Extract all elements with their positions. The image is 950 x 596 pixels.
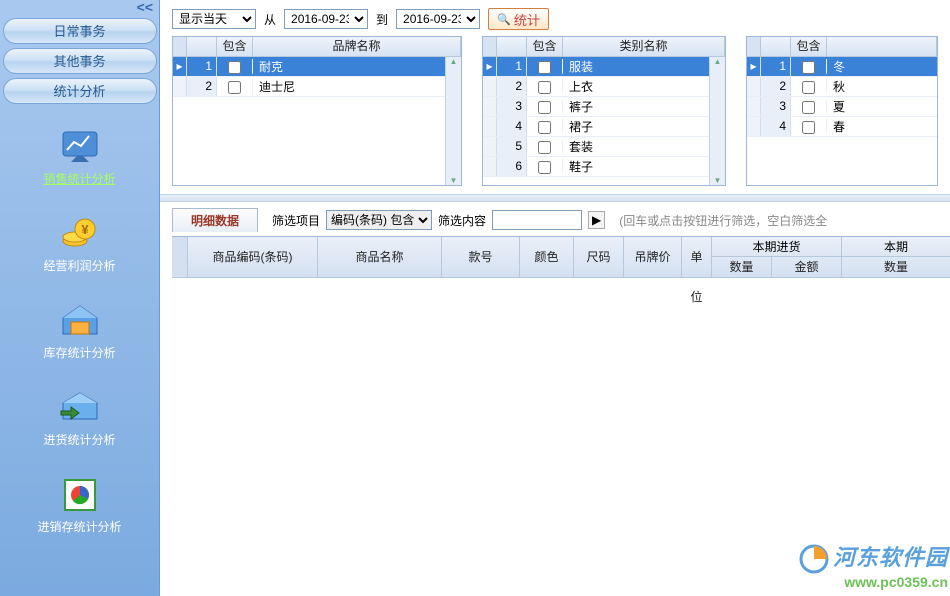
include-checkbox[interactable] xyxy=(802,61,815,74)
inbound-icon xyxy=(0,387,159,427)
nav-other[interactable]: 其他事务 xyxy=(3,48,157,74)
collapse-sidebar-button[interactable]: << xyxy=(0,0,159,14)
include-checkbox[interactable] xyxy=(228,81,241,94)
category-grid: 包含 类别名称 ▸1服装2上衣3裤子4裙子5套装6鞋子 xyxy=(482,36,726,186)
nav-stats[interactable]: 统计分析 xyxy=(3,78,157,104)
table-row[interactable]: 2上衣 xyxy=(483,77,725,97)
scrollbar[interactable] xyxy=(709,57,725,185)
scrollbar[interactable] xyxy=(445,57,461,185)
table-row[interactable]: 3裤子 xyxy=(483,97,725,117)
filter-content-label: 筛选内容 xyxy=(438,212,486,229)
col-size[interactable]: 尺码 xyxy=(574,237,623,277)
filter-content-input[interactable] xyxy=(492,210,582,230)
brand-grid: 包含 品牌名称 ▸1耐克2迪士尼 xyxy=(172,36,462,186)
include-checkbox[interactable] xyxy=(538,141,551,154)
include-header: 包含 xyxy=(527,37,563,56)
table-row[interactable]: 5套装 xyxy=(483,137,725,157)
table-row[interactable]: 4裙子 xyxy=(483,117,725,137)
include-checkbox[interactable] xyxy=(802,81,815,94)
include-checkbox[interactable] xyxy=(538,61,551,74)
col-qty2[interactable]: 数量 xyxy=(842,257,950,277)
include-checkbox[interactable] xyxy=(228,61,241,74)
nav-daily[interactable]: 日常事务 xyxy=(3,18,157,44)
table-row[interactable]: ▸1服装 xyxy=(483,57,725,77)
pie-report-icon xyxy=(0,474,159,514)
table-row[interactable]: 6鞋子 xyxy=(483,157,725,177)
include-checkbox[interactable] xyxy=(802,101,815,114)
sidebar-item-psi-analysis[interactable]: 进销存统计分析 xyxy=(0,474,159,535)
filter-hint: (回车或点击按钮进行筛选，空白筛选全 xyxy=(619,212,827,229)
table-row[interactable]: 3夏 xyxy=(747,97,937,117)
col-period-cur: 本期 xyxy=(842,237,950,257)
include-checkbox[interactable] xyxy=(538,121,551,134)
statistics-button[interactable]: 🔍统计 xyxy=(488,8,549,30)
table-row[interactable]: 2迪士尼 xyxy=(173,77,461,97)
sidebar-item-label: 库存统计分析 xyxy=(0,344,159,361)
watermark: 河东软件园 www.pc0359.cn xyxy=(799,540,948,590)
table-row[interactable]: 2秋 xyxy=(747,77,937,97)
from-date-input[interactable]: 2016-09-23 xyxy=(284,9,368,29)
sidebar-item-label: 进货统计分析 xyxy=(0,431,159,448)
sidebar-item-sales-analysis[interactable]: 销售统计分析 xyxy=(0,126,159,187)
include-header: 包含 xyxy=(217,37,253,56)
brand-name-header: 品牌名称 xyxy=(253,37,461,56)
tab-detail-data[interactable]: 明细数据 xyxy=(172,208,258,232)
sidebar-item-stock-analysis[interactable]: 库存统计分析 xyxy=(0,300,159,361)
sidebar-item-label: 销售统计分析 xyxy=(0,170,159,187)
magnifier-icon: 🔍 xyxy=(497,13,511,26)
sidebar-item-purchase-analysis[interactable]: 进货统计分析 xyxy=(0,387,159,448)
sales-chart-icon xyxy=(0,126,159,166)
col-qty[interactable]: 数量 xyxy=(712,257,772,277)
col-name[interactable]: 商品名称 xyxy=(318,237,441,277)
include-checkbox[interactable] xyxy=(538,161,551,174)
col-style[interactable]: 款号 xyxy=(442,237,519,277)
col-code[interactable]: 商品编码(条码) xyxy=(188,237,317,277)
include-checkbox[interactable] xyxy=(538,101,551,114)
sidebar: << 日常事务 其他事务 统计分析 销售统计分析 ¥ 经营利润分析 库存统 xyxy=(0,0,160,596)
to-label: 到 xyxy=(376,11,388,28)
filter-field-label: 筛选项目 xyxy=(272,212,320,229)
table-row[interactable]: ▸1冬 xyxy=(747,57,937,77)
sidebar-item-profit-analysis[interactable]: ¥ 经营利润分析 xyxy=(0,213,159,274)
warehouse-icon xyxy=(0,300,159,340)
svg-text:¥: ¥ xyxy=(81,222,89,237)
include-checkbox[interactable] xyxy=(802,121,815,134)
col-unit[interactable]: 单位 xyxy=(682,237,711,277)
display-mode-select[interactable]: 显示当天 xyxy=(172,9,256,29)
to-date-input[interactable]: 2016-09-23 xyxy=(396,9,480,29)
include-checkbox[interactable] xyxy=(538,81,551,94)
table-row[interactable]: ▸1耐克 xyxy=(173,57,461,77)
col-period-in: 本期进货 xyxy=(712,237,841,257)
category-name-header: 类别名称 xyxy=(563,37,725,56)
main-panel: 显示当天 从 2016-09-23 到 2016-09-23 🔍统计 包含 品牌… xyxy=(160,0,950,596)
toolbar: 显示当天 从 2016-09-23 到 2016-09-23 🔍统计 xyxy=(160,0,950,36)
col-amount[interactable]: 金额 xyxy=(772,257,841,277)
season-grid: 包含 ▸1冬2秋3夏4春 xyxy=(746,36,938,186)
include-header: 包含 xyxy=(791,37,827,56)
coins-icon: ¥ xyxy=(0,213,159,253)
table-row[interactable]: 4春 xyxy=(747,117,937,137)
sidebar-item-label: 经营利润分析 xyxy=(0,257,159,274)
col-color[interactable]: 颜色 xyxy=(520,237,573,277)
from-label: 从 xyxy=(264,11,276,28)
filter-go-icon[interactable]: ▶ xyxy=(588,211,605,229)
filter-field-select[interactable]: 编码(条码) 包含 xyxy=(326,210,432,230)
sidebar-item-label: 进销存统计分析 xyxy=(0,518,159,535)
col-price[interactable]: 吊牌价 xyxy=(624,237,681,277)
